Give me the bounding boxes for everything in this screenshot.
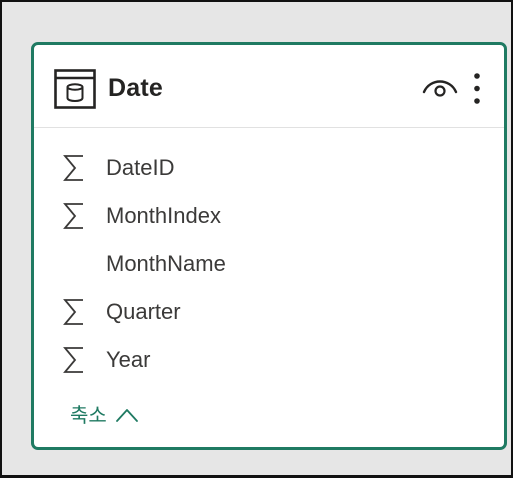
field-list: DateID MonthIndex MonthName Quarter Year	[34, 145, 504, 385]
field-row-quarter[interactable]: Quarter	[34, 289, 504, 337]
more-vertical-icon[interactable]	[470, 71, 484, 107]
field-label: MonthName	[106, 251, 226, 276]
table-icon	[54, 69, 96, 109]
sigma-icon	[63, 203, 83, 229]
collapse-label: 축소	[70, 403, 107, 427]
sigma-icon	[63, 299, 83, 325]
field-row-monthname[interactable]: MonthName	[34, 241, 504, 289]
field-row-year[interactable]: Year	[34, 337, 504, 385]
eye-icon[interactable]	[422, 75, 458, 99]
field-row-dateid[interactable]: DateID	[34, 145, 504, 193]
card-header: Date	[34, 45, 504, 128]
sigma-icon	[63, 155, 83, 181]
card-title: Date	[108, 74, 163, 102]
field-label: DateID	[106, 155, 175, 180]
field-label: Quarter	[106, 299, 181, 324]
table-card[interactable]: Date DateID MonthIndex MonthName Quarter…	[31, 42, 507, 450]
field-row-monthindex[interactable]: MonthIndex	[34, 193, 504, 241]
field-label: Year	[106, 347, 151, 372]
sigma-icon	[63, 347, 83, 373]
chevron-up-icon	[115, 409, 138, 422]
field-label: MonthIndex	[106, 203, 221, 228]
collapse-button[interactable]: 축소	[70, 401, 139, 429]
